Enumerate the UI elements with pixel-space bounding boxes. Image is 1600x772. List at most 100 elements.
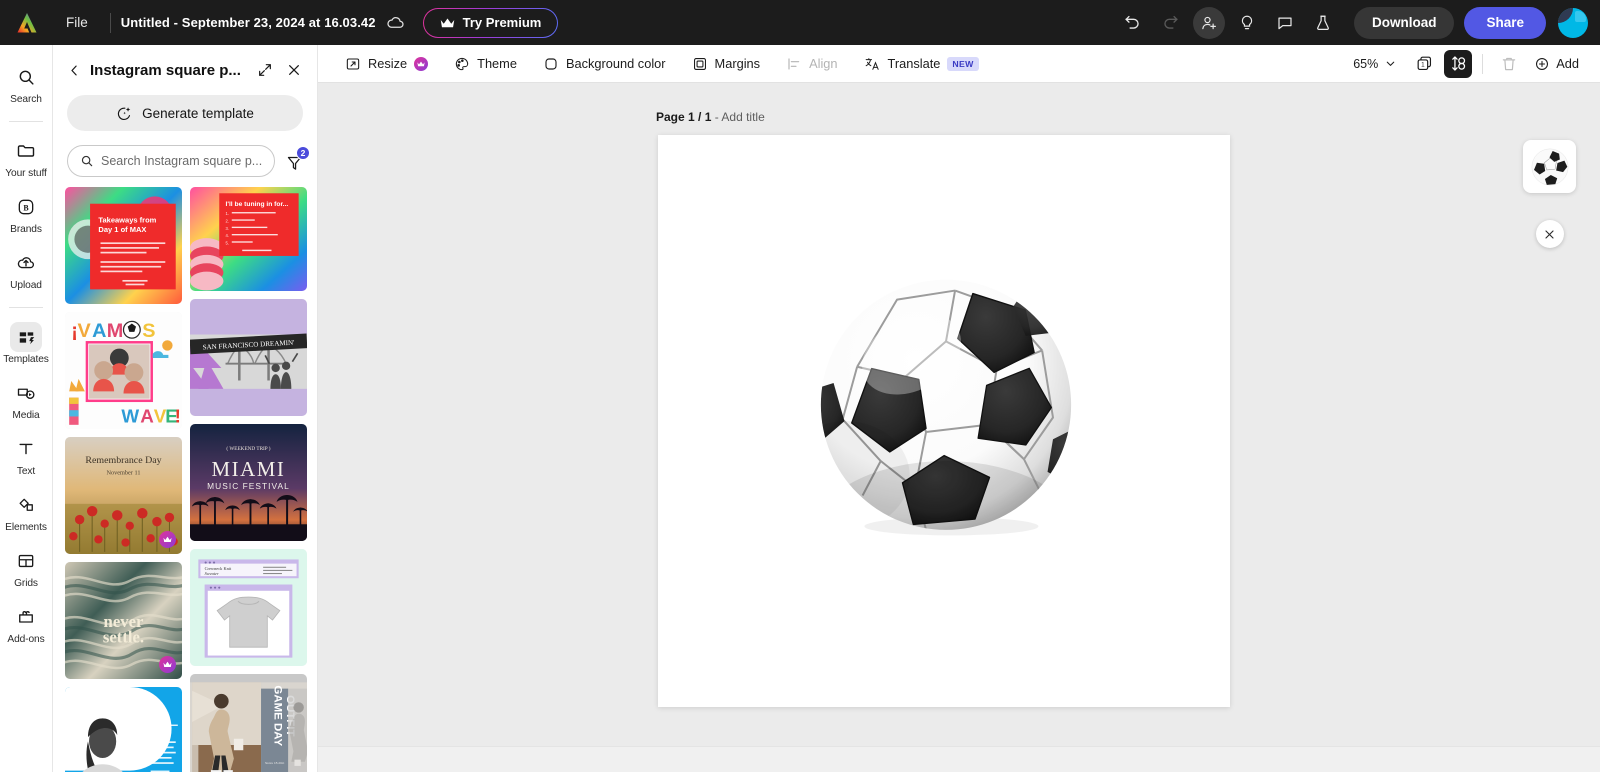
rail-divider xyxy=(9,121,43,122)
search-input[interactable] xyxy=(101,154,262,168)
close-thumbnails-icon[interactable] xyxy=(1535,220,1564,248)
sidebar-label: Text xyxy=(16,466,36,477)
upload-icon xyxy=(10,248,42,278)
template-thumbnail: I'll be tuning in for... 1. 2. 3. 4. 5. xyxy=(190,187,307,292)
svg-text:S: S xyxy=(142,320,155,342)
user-avatar[interactable] xyxy=(1558,7,1588,38)
svg-text:A: A xyxy=(92,320,106,342)
zoom-control[interactable]: 65% xyxy=(1346,53,1404,75)
template-card-miami-music-festival[interactable]: ( WEEKEND TRIP ) MIAMI MUSIC FESTIVAL xyxy=(190,424,307,542)
sidebar-item-media[interactable]: Media xyxy=(1,373,51,427)
share-button[interactable]: Share xyxy=(1464,6,1546,39)
template-card-takeaways[interactable]: Takeaways from Day 1 of MAX xyxy=(65,187,182,304)
try-premium-button[interactable]: Try Premium xyxy=(423,8,559,38)
sidebar-item-grids[interactable]: Grids xyxy=(1,541,51,595)
comment-icon[interactable] xyxy=(1269,7,1301,39)
filter-button[interactable]: 2 xyxy=(283,146,310,173)
template-thumbnail: ¡ V A M O S xyxy=(65,312,182,429)
margins-button[interactable]: Margins xyxy=(683,51,770,77)
page-title-placeholder[interactable]: Add title xyxy=(721,110,764,124)
redo-icon[interactable] xyxy=(1155,7,1187,39)
canvas-area[interactable]: Page 1 / 1 - Add title xyxy=(318,83,1600,772)
sidebar-item-brands[interactable]: B Brands xyxy=(1,187,51,241)
sidebar-label: Media xyxy=(12,410,40,421)
template-card-crewneck-sweater[interactable]: Crewneck Knit Sweater xyxy=(190,549,307,667)
svg-text:!: ! xyxy=(175,406,181,427)
generate-template-label: Generate template xyxy=(142,105,254,121)
sidebar-label: Add-ons xyxy=(7,634,45,645)
close-icon[interactable] xyxy=(283,59,305,81)
premium-crown-icon xyxy=(159,656,176,673)
soccer-ball-graphic[interactable] xyxy=(810,267,1082,539)
align-button[interactable]: Align xyxy=(777,51,846,77)
adobe-express-logo[interactable] xyxy=(14,10,40,36)
template-card-vamos-wave[interactable]: ¡ V A M O S xyxy=(65,312,182,429)
animate-icon[interactable] xyxy=(1444,49,1473,78)
template-card-academia-quote[interactable]: “ ” xyxy=(65,687,182,772)
translate-icon xyxy=(864,56,881,72)
lightbulb-icon[interactable] xyxy=(1231,7,1263,39)
template-card-remembrance-day[interactable]: Remembrance Day November 11 xyxy=(65,437,182,554)
page-label[interactable]: Page 1 / 1 - Add title xyxy=(656,110,765,124)
svg-text:V: V xyxy=(78,320,92,342)
topbar-divider xyxy=(109,12,111,33)
svg-text:5.: 5. xyxy=(226,240,229,245)
align-icon xyxy=(786,56,802,72)
download-button[interactable]: Download xyxy=(1353,6,1455,39)
svg-text:( WEEKEND TRIP ): ( WEEKEND TRIP ) xyxy=(226,446,270,453)
template-card-tuning-in[interactable]: I'll be tuning in for... 1. 2. 3. 4. 5. xyxy=(190,187,307,292)
file-menu-button[interactable]: File xyxy=(54,10,100,35)
background-color-label: Background color xyxy=(565,56,666,71)
svg-text:settle.: settle. xyxy=(103,627,144,646)
panel-header: Instagram square p... xyxy=(53,45,317,89)
resize-button[interactable]: Resize xyxy=(336,51,437,77)
document-title[interactable]: Untitled - September 23, 2024 at 16.03.4… xyxy=(121,15,376,30)
flask-icon[interactable] xyxy=(1307,7,1339,39)
background-color-button[interactable]: Background color xyxy=(534,51,675,77)
generate-template-button[interactable]: Generate template xyxy=(67,95,303,131)
template-card-never-settle[interactable]: never settle. xyxy=(65,562,182,679)
sidebar-item-elements[interactable]: Elements xyxy=(1,485,51,539)
svg-text:2.: 2. xyxy=(226,219,229,224)
undo-icon[interactable] xyxy=(1117,7,1149,39)
template-card-game-day-outfit[interactable]: GAME DAY OUTFIT Score 15.20ct xyxy=(190,674,307,772)
page-stack-icon[interactable]: 1 xyxy=(1410,50,1438,78)
page-1-thumbnail[interactable] xyxy=(1523,140,1576,193)
sidebar-label: Grids xyxy=(14,578,38,589)
template-thumbnail: Takeaways from Day 1 of MAX xyxy=(65,187,182,304)
rail-divider xyxy=(9,307,43,308)
sidebar-item-search[interactable]: Search xyxy=(1,57,51,111)
add-person-icon[interactable] xyxy=(1192,6,1225,39)
chevron-left-icon[interactable] xyxy=(67,63,83,78)
template-thumbnail: GAME DAY OUTFIT Score 15.20ct xyxy=(190,674,307,772)
sidebar-item-templates[interactable]: Templates xyxy=(1,317,51,371)
template-grid[interactable]: Takeaways from Day 1 of MAX ¡ V A M S W … xyxy=(53,187,317,772)
search-box[interactable] xyxy=(67,145,275,177)
sidebar-label: Search xyxy=(10,94,42,105)
margins-label: Margins xyxy=(714,56,761,71)
add-page-button[interactable]: Add xyxy=(1525,51,1588,77)
premium-crown-icon xyxy=(414,56,429,71)
left-rail: Search Your stuff B Brands Upload Templa… xyxy=(0,45,53,772)
try-premium-label: Try Premium xyxy=(462,15,542,30)
sparkle-wand-icon xyxy=(116,105,133,122)
cloud-saved-icon xyxy=(386,13,405,32)
sidebar-item-text[interactable]: Text xyxy=(1,429,51,483)
trash-icon[interactable] xyxy=(1495,50,1523,78)
svg-text:1.: 1. xyxy=(226,211,229,216)
svg-text:W: W xyxy=(121,406,139,427)
sidebar-item-addons[interactable]: Add-ons xyxy=(1,597,51,651)
sidebar-item-your-stuff[interactable]: Your stuff xyxy=(1,131,51,185)
template-card-san-francisco[interactable]: SAN FRANCISCO DREAMIN' xyxy=(190,299,307,417)
zoom-level-label: 65% xyxy=(1353,56,1379,71)
sidebar-item-upload[interactable]: Upload xyxy=(1,243,51,297)
translate-button[interactable]: Translate NEW xyxy=(855,51,988,77)
svg-text:MIAMI: MIAMI xyxy=(212,458,286,482)
templates-panel: Instagram square p... Generate template … xyxy=(53,45,318,772)
svg-text:GAME DAY: GAME DAY xyxy=(272,686,284,747)
margins-icon xyxy=(692,56,708,72)
design-canvas[interactable] xyxy=(658,135,1230,707)
palette-icon xyxy=(454,56,470,72)
expand-icon[interactable] xyxy=(254,59,276,81)
theme-button[interactable]: Theme xyxy=(445,51,526,77)
